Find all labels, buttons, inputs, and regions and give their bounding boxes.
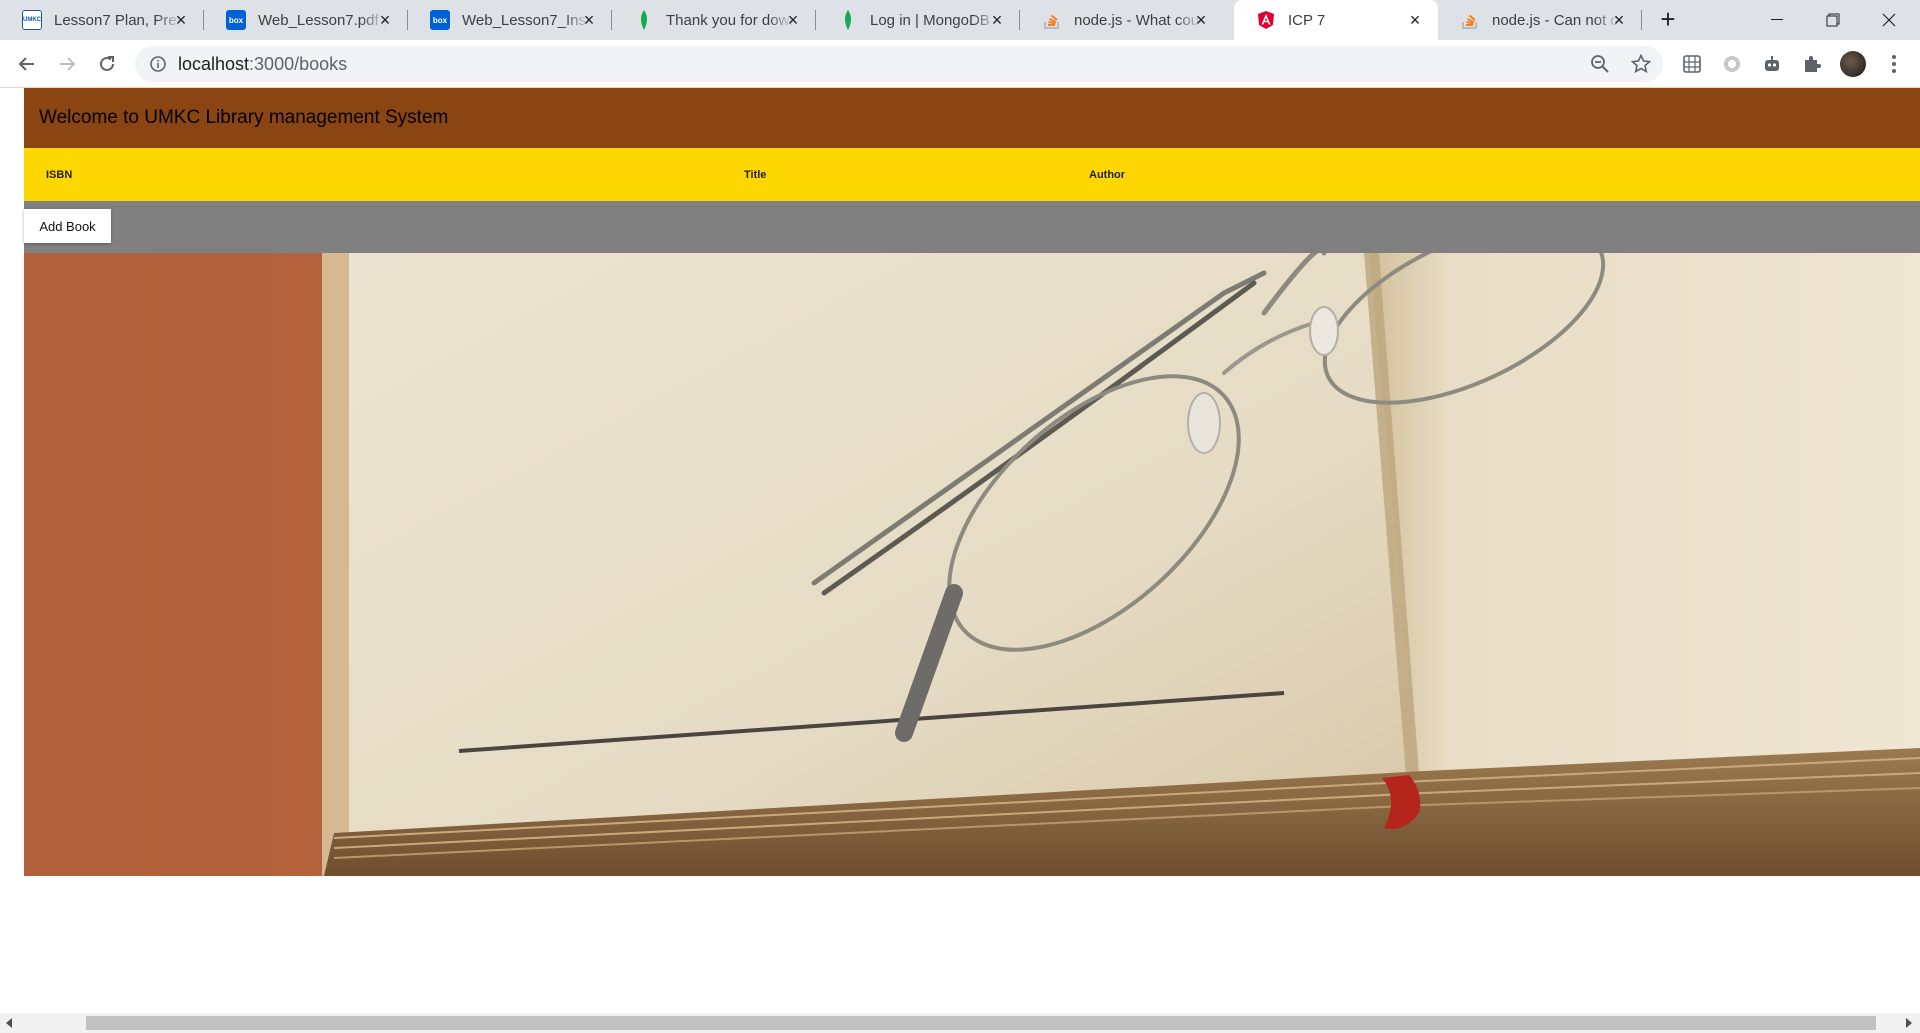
page-title: Welcome to UMKC Library management Syste…: [39, 107, 449, 128]
tab-label: node.js - What could: [1074, 11, 1202, 29]
app-header: Welcome to UMKC Library management Syste…: [24, 88, 1920, 148]
tab-nodejs-can-not-connect[interactable]: node.js - Can not connect ×: [1438, 0, 1642, 40]
scroll-left-arrow-icon[interactable]: [6, 1018, 12, 1028]
new-tab-plus-icon[interactable]: +: [1654, 6, 1682, 34]
stackoverflow-icon: [1460, 10, 1480, 30]
tab-label: node.js - Can not connect: [1492, 11, 1620, 29]
tab-web-lesson7-pdf[interactable]: box Web_Lesson7.pdf | Powered by Box ×: [204, 0, 408, 40]
close-icon[interactable]: ×: [1406, 11, 1424, 29]
minimize-icon[interactable]: [1749, 0, 1805, 40]
umkc-icon: UMKC: [22, 10, 42, 30]
address-bar[interactable]: localhost:3000/books: [135, 46, 1663, 82]
close-icon[interactable]: ×: [988, 11, 1006, 29]
close-icon[interactable]: ×: [172, 11, 190, 29]
extensions-puzzle-icon[interactable]: [1800, 52, 1824, 76]
mongodb-leaf-icon: [838, 10, 858, 30]
tab-lesson7-plan[interactable]: UMKC Lesson7 Plan, Presentation ×: [0, 0, 204, 40]
tab-mongodb-login[interactable]: Log in | MongoDB ×: [816, 0, 1020, 40]
tab-thank-you-downloading[interactable]: Thank you for downloading ×: [612, 0, 816, 40]
mongodb-leaf-icon: [634, 10, 654, 30]
robot-extension-icon[interactable]: [1760, 52, 1784, 76]
tab-nodejs-what-could[interactable]: node.js - What could ×: [1020, 0, 1224, 40]
url-text: localhost:3000/books: [178, 54, 348, 74]
books-table-header: ISBN Title Author: [24, 148, 1920, 201]
box-icon: box: [226, 10, 246, 30]
tab-label: Lesson7 Plan, Presentation: [54, 11, 182, 29]
browser-toolbar: localhost:3000/books: [0, 40, 1920, 88]
profile-avatar[interactable]: [1840, 51, 1866, 77]
back-arrow-icon[interactable]: [11, 48, 43, 80]
tab-label: Web_Lesson7_Instructions: [462, 11, 590, 29]
info-icon[interactable]: [149, 55, 167, 73]
close-icon[interactable]: ×: [1610, 11, 1628, 29]
column-header-title: Title: [744, 169, 767, 181]
forward-arrow-icon[interactable]: [51, 48, 83, 80]
reload-icon[interactable]: [91, 48, 123, 80]
tab-label: Log in | MongoDB: [870, 11, 990, 29]
tab-icp7[interactable]: ICP 7 ×: [1234, 0, 1438, 40]
translate-extension-icon[interactable]: [1680, 52, 1704, 76]
horizontal-scrollbar[interactable]: [0, 1013, 1920, 1033]
action-bar: Add Book: [24, 201, 1920, 253]
zoom-icon[interactable]: [1590, 54, 1610, 74]
close-icon[interactable]: ×: [376, 11, 394, 29]
tab-web-lesson7-instructions[interactable]: box Web_Lesson7_Instructions ×: [408, 0, 612, 40]
page-viewport: Welcome to UMKC Library management Syste…: [0, 88, 1920, 1013]
book-glasses-illustration: [24, 253, 1920, 876]
tab-label: Web_Lesson7.pdf | Powered by Box: [258, 11, 386, 29]
globe-extension-icon[interactable]: [1720, 52, 1744, 76]
star-icon[interactable]: [1630, 53, 1652, 74]
scrollbar-thumb[interactable]: [86, 1016, 1876, 1030]
scroll-right-arrow-icon[interactable]: [1906, 1018, 1912, 1028]
hero-image-book-and-glasses: [24, 253, 1920, 876]
tab-strip: UMKC Lesson7 Plan, Presentation × box We…: [0, 0, 1920, 40]
restore-icon[interactable]: [1805, 0, 1861, 40]
close-icon[interactable]: ×: [580, 11, 598, 29]
menu-kebab-icon[interactable]: [1882, 52, 1906, 76]
close-icon[interactable]: ×: [784, 11, 802, 29]
close-icon[interactable]: ×: [1192, 11, 1210, 29]
box-icon: box: [430, 10, 450, 30]
stackoverflow-icon: [1042, 10, 1062, 30]
angular-icon: [1256, 10, 1276, 30]
library-app: Welcome to UMKC Library management Syste…: [24, 88, 1920, 876]
add-book-button[interactable]: Add Book: [24, 209, 111, 243]
column-header-isbn: ISBN: [46, 169, 73, 181]
tab-label: ICP 7: [1288, 11, 1326, 29]
window-close-icon[interactable]: [1861, 0, 1917, 40]
column-header-author: Author: [1089, 169, 1126, 181]
tab-label: Thank you for downloading: [666, 11, 794, 29]
